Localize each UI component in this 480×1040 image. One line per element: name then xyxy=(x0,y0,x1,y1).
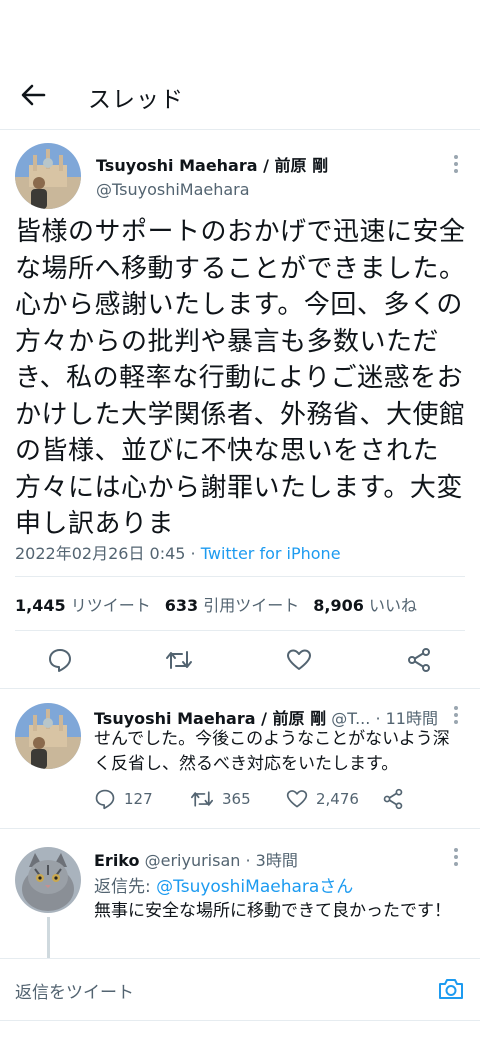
author-avatar[interactable] xyxy=(15,847,81,913)
reply-button[interactable] xyxy=(42,642,78,678)
like-button[interactable] xyxy=(281,642,317,678)
back-button[interactable] xyxy=(14,78,54,112)
quote-stat[interactable]: 633 引用ツイート xyxy=(165,596,300,615)
author-handle[interactable]: @T... xyxy=(331,709,370,728)
tweet-text: 無事に安全な場所に移動できて良かったです！ xyxy=(94,901,451,921)
tweet-time[interactable]: · 11時間 xyxy=(375,709,438,728)
more-vertical-icon xyxy=(454,706,458,724)
retweet-button[interactable]: 365 xyxy=(190,784,251,814)
author-avatar[interactable] xyxy=(15,143,81,209)
reply-header: Eriko @eriyurisan · 3時間 xyxy=(94,847,444,871)
more-options-button[interactable] xyxy=(446,703,466,727)
share-button[interactable] xyxy=(401,642,437,678)
thread-line xyxy=(47,917,50,958)
reply-to-label: 返信先: xyxy=(94,877,157,897)
retweet-stat[interactable]: 1,445 リツイート xyxy=(15,596,151,615)
page-title: スレッド xyxy=(88,87,184,113)
tweet-timestamp[interactable]: 2022年02月26日 0:45 xyxy=(15,544,185,563)
top-bar: スレッド xyxy=(0,60,480,130)
author-handle[interactable]: @eriyurisan xyxy=(145,851,241,870)
camera-button[interactable] xyxy=(436,974,466,1004)
share-button[interactable] xyxy=(382,784,404,814)
author-name[interactable]: Tsuyoshi Maehara / 前原 剛 xyxy=(94,709,326,728)
reply-header: Tsuyoshi Maehara / 前原 剛 @T... · 11時間 xyxy=(94,705,444,729)
divider xyxy=(15,576,465,577)
camera-icon xyxy=(439,979,463,999)
author-avatar[interactable] xyxy=(15,703,81,769)
retweet-count: 365 xyxy=(222,790,251,808)
divider xyxy=(0,828,480,829)
divider xyxy=(15,630,465,631)
retweet-button[interactable] xyxy=(161,642,197,678)
author-name[interactable]: Eriko xyxy=(94,851,140,870)
more-vertical-icon xyxy=(454,848,458,866)
quote-stat-label: 引用ツイート xyxy=(203,596,300,615)
like-stat-label: いいね xyxy=(368,596,417,615)
retweet-icon xyxy=(166,651,192,669)
reply-to-link[interactable]: @TsuyoshiMaeharaさん xyxy=(156,877,353,897)
share-icon xyxy=(383,788,403,810)
reply-button[interactable]: 127 xyxy=(94,784,153,814)
arrow-left-icon xyxy=(21,84,46,106)
meta-separator: · xyxy=(185,544,201,563)
divider xyxy=(0,1020,480,1021)
tweet-stats: 1,445 リツイート 633 引用ツイート 8,906 いいね xyxy=(15,592,417,616)
retweet-icon xyxy=(191,791,213,807)
like-count: 2,476 xyxy=(316,790,359,808)
retweet-stat-label: リツイート xyxy=(70,596,151,615)
tweet-actions xyxy=(0,642,480,690)
share-icon xyxy=(408,648,430,672)
reply-count: 127 xyxy=(124,790,153,808)
reply-input[interactable]: 返信をツイート xyxy=(15,978,134,1003)
more-options-button[interactable] xyxy=(446,152,466,176)
reply-icon xyxy=(95,789,115,810)
reply-composer: 返信をツイート xyxy=(0,958,480,1020)
author-name[interactable]: Tsuyoshi Maehara / 前原 剛 xyxy=(96,152,328,176)
like-count: 8,906 xyxy=(313,596,364,615)
reply-actions: 127 365 2,476 xyxy=(94,784,414,814)
reply-icon xyxy=(49,649,71,672)
author-handle[interactable]: @TsuyoshiMaehara xyxy=(96,180,250,199)
like-stat[interactable]: 8,906 いいね xyxy=(313,596,417,615)
like-button[interactable]: 2,476 xyxy=(286,784,359,814)
reply-to: 返信先: @TsuyoshiMaeharaさん xyxy=(94,872,353,897)
quote-count: 633 xyxy=(164,596,199,615)
tweet-text: 皆様のサポートのおかげで迅速に安全な場所へ移動することができました。心から感謝い… xyxy=(15,217,466,539)
retweet-count: 1,445 xyxy=(15,596,66,615)
tweet-meta: 2022年02月26日 0:45 · Twitter for iPhone xyxy=(15,540,341,564)
tweet-text: せんでした。今後このようなことがないよう深く反省し、然るべき対応をいたします。 xyxy=(94,729,450,774)
heart-icon xyxy=(286,790,308,808)
tweet-time[interactable]: · 3時間 xyxy=(245,851,297,870)
heart-icon xyxy=(287,649,311,670)
more-options-button[interactable] xyxy=(446,845,466,869)
tweet-source[interactable]: Twitter for iPhone xyxy=(201,544,341,563)
more-vertical-icon xyxy=(454,155,458,173)
divider xyxy=(0,688,480,689)
